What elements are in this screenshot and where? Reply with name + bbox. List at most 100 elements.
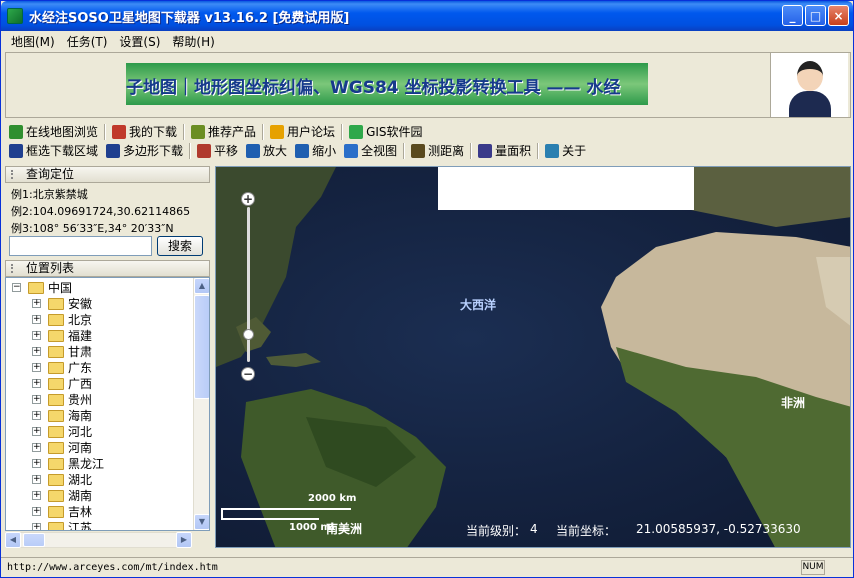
expand-icon[interactable]: + [32,331,41,340]
coords-label: 当前坐标： [556,524,617,538]
tree-item-label: 贵州 [68,393,93,407]
menu-help[interactable]: 帮助(H) [166,33,220,50]
toolbar-separator [537,142,540,159]
expand-icon[interactable]: + [32,379,41,388]
expand-icon[interactable]: + [32,491,41,500]
folder-icon [48,442,64,454]
north-america-land [216,167,336,367]
collapse-icon[interactable]: − [12,283,21,292]
expand-icon[interactable]: + [32,459,41,468]
expand-icon[interactable]: + [32,475,41,484]
tree-item-label: 河南 [68,441,93,455]
toolbar-button-zoom-out[interactable]: 缩小 [291,142,340,160]
zoom-in-button[interactable]: + [241,192,255,206]
hscroll-thumb[interactable] [23,533,45,547]
menu-map[interactable]: 地图(M) [5,33,61,50]
toolbar-button-label: 缩小 [312,144,337,158]
toolbar-button-globe[interactable]: 在线地图浏览 [5,123,102,141]
expand-icon[interactable]: + [32,443,41,452]
zoom-level-value: 4 [530,522,538,536]
toolbar-separator [262,123,265,140]
app-icon [7,8,23,24]
expand-icon[interactable]: + [32,395,41,404]
expand-icon[interactable]: + [32,523,41,530]
expand-icon[interactable]: + [32,411,41,420]
tree-item-label: 北京 [68,313,93,327]
maximize-button[interactable]: □ [805,5,826,26]
query-panel-header[interactable]: 查询定位 [5,166,210,183]
tree-item-label: 河北 [68,425,93,439]
pan-icon [197,143,212,158]
atlantic-label: 大西洋 [460,298,497,312]
toolbar-button-download-list[interactable]: 我的下载 [108,123,181,141]
expand-icon[interactable]: + [32,363,41,372]
expand-icon[interactable]: + [32,315,41,324]
menu-settings[interactable]: 设置(S) [113,33,166,50]
scale-mi-label: 1000 mi [289,522,335,533]
minimize-button[interactable]: _ [782,5,803,26]
title-bar[interactable]: 水经注SOSO卫星地图下载器 v13.16.2 [免费试用版] _ □ × [1,1,853,31]
location-tree[interactable]: − 中国 + 安徽 + 北京 + 福建 + 甘肃 + 广东 + 广西 + 贵州 + 海南 + 河北 + 河南 + 黑龙江 +… [5,277,210,531]
tile-placeholder [438,167,694,210]
toolbar-button-ruler[interactable]: 测距离 [407,142,468,160]
folder-icon [48,522,64,530]
menu-bar: 地图(M) 任务(T) 设置(S) 帮助(H) [1,31,853,51]
window-controls: _ □ × [782,5,849,26]
expand-icon[interactable]: + [32,507,41,516]
toolbar-button-full-extent[interactable]: 全视图 [340,142,401,160]
ad-banner[interactable]: 子地图｜地形图坐标纠偏、WGS84 坐标投影转换工具 —— 水经 [126,63,648,105]
toolbar-button-pan[interactable]: 平移 [193,142,242,160]
tree-root-label: 中国 [48,281,73,295]
toolbar-button-users[interactable]: 推荐产品 [187,123,260,141]
full-extent-icon [344,143,359,158]
main-window: 水经注SOSO卫星地图下载器 v13.16.2 [免费试用版] _ □ × 地图… [0,0,854,578]
toolbar-button-label: 用户论坛 [287,125,336,139]
folder-icon [48,378,64,390]
menu-tasks[interactable]: 任务(T) [61,33,114,50]
toolbar-separator [189,142,192,159]
tree-item-label: 吉林 [68,505,93,519]
expand-icon[interactable]: + [32,427,41,436]
tree-item-label: 福建 [68,329,93,343]
num-lock-indicator: NUM [801,560,825,575]
tree-item-label: 广东 [68,361,93,375]
tree-item-label: 海南 [68,409,93,423]
scroll-up-icon[interactable]: ▲ [194,278,209,294]
toolbar-separator [470,142,473,159]
toolbar-button-label: 推荐产品 [208,125,257,139]
tree-item-label: 湖北 [68,473,93,487]
users-icon [191,124,206,139]
scroll-left-icon[interactable]: ◀ [5,532,21,548]
toolbar-button-forum[interactable]: 用户论坛 [266,123,339,141]
search-input[interactable] [9,236,152,256]
support-avatar[interactable] [770,53,848,117]
toolbar-button-rect-select[interactable]: 框选下载区域 [5,142,102,160]
toolbar-button-gis[interactable]: GIS软件园 [345,123,426,141]
scroll-right-icon[interactable]: ▶ [176,532,192,548]
satellite-map[interactable]: 大西洋 非洲 南美洲 + − 2000 km 1000 mi 当前级别： 4 当… [215,166,851,548]
zoom-slider-handle[interactable] [243,329,254,340]
zoom-out-button[interactable]: − [241,367,255,381]
toolbar-button-label: 框选下载区域 [26,144,99,158]
toolbar-button-area[interactable]: 量面积 [474,142,535,160]
expand-icon[interactable]: + [32,347,41,356]
toolbar-button-zoom-in[interactable]: 放大 [242,142,291,160]
toolbar-button-about[interactable]: 关于 [541,142,590,160]
tree-vertical-scrollbar[interactable]: ▲ ▼ [193,278,209,530]
tree-item-label: 安徽 [68,297,93,311]
folder-icon [48,410,64,422]
scroll-down-icon[interactable]: ▼ [194,514,209,530]
scroll-thumb[interactable] [194,295,209,399]
tree-horizontal-scrollbar[interactable]: ◀ ▶ [5,532,192,548]
folder-icon [48,426,64,438]
status-url: http://www.arceyes.com/mt/index.htm [7,562,218,573]
close-button[interactable]: × [828,5,849,26]
search-button[interactable]: 搜索 [157,236,203,256]
status-bar: http://www.arceyes.com/mt/index.htm NUM [1,557,853,577]
toolbar-button-polygon[interactable]: 多边形下载 [102,142,187,160]
expand-icon[interactable]: + [32,299,41,308]
location-panel-header[interactable]: 位置列表 [5,260,210,277]
scale-bar-top [221,508,351,510]
toolbar-button-label: 关于 [562,144,587,158]
query-example-2: 例2:104.09691724,30.62114865 [11,205,191,218]
